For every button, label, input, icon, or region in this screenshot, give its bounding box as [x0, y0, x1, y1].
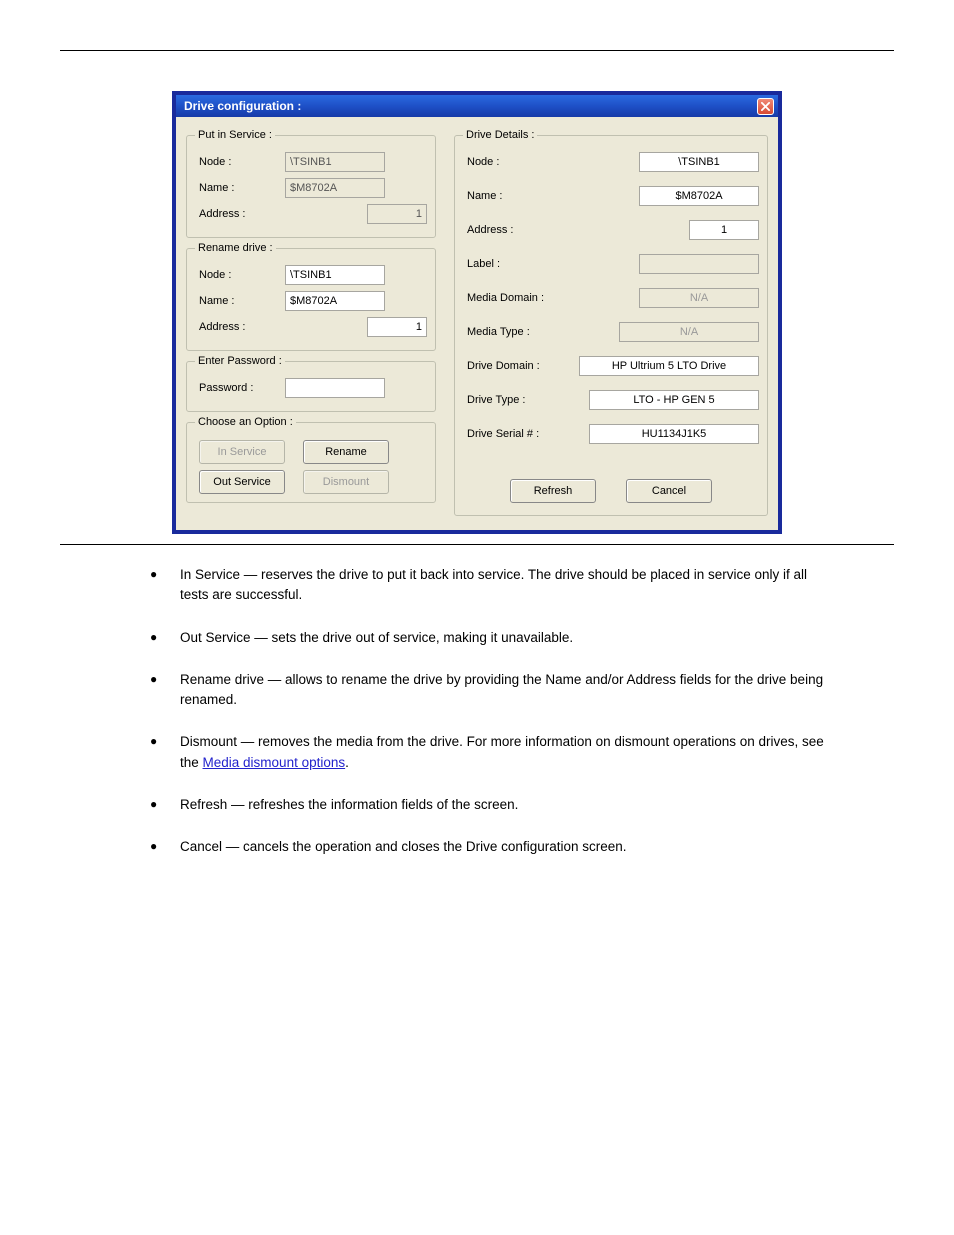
drive-details-legend: Drive Details : — [463, 129, 537, 141]
refresh-button[interactable]: Refresh — [510, 479, 596, 503]
close-icon[interactable] — [757, 98, 774, 115]
dd-mediatype-label: Media Type : — [463, 326, 573, 338]
rn-name-input[interactable] — [285, 291, 385, 311]
rn-name-label: Name : — [195, 295, 285, 307]
dd-mediatype-value: N/A — [619, 322, 759, 342]
in-service-button: In Service — [199, 440, 285, 464]
dialog-title: Drive configuration : — [184, 99, 301, 113]
dd-name-value: $M8702A — [639, 186, 759, 206]
bullet-cancel: Cancel — cancels the operation and close… — [150, 837, 824, 857]
document-text: In Service — reserves the drive to put i… — [150, 565, 824, 857]
rn-node-label: Node : — [195, 269, 285, 281]
bullet-dismount: Dismount — removes the media from the dr… — [150, 732, 824, 773]
bullet-in-service: In Service — reserves the drive to put i… — [150, 565, 824, 606]
pis-node-field: \TSINB1 — [285, 152, 385, 172]
dd-drivetype-value: LTO - HP GEN 5 — [589, 390, 759, 410]
top-rule — [60, 50, 894, 51]
enter-password-legend: Enter Password : — [195, 355, 285, 367]
dd-node-label: Node : — [463, 156, 573, 168]
bullet-rename-drive: Rename drive — allows to rename the driv… — [150, 670, 824, 711]
pis-name-field: $M8702A — [285, 178, 385, 198]
dd-label-label: Label : — [463, 258, 573, 270]
dd-label-value — [639, 254, 759, 274]
cancel-button[interactable]: Cancel — [626, 479, 712, 503]
media-dismount-link[interactable]: Media dismount options — [203, 755, 346, 770]
bullet-out-service: Out Service — sets the drive out of serv… — [150, 628, 824, 648]
enter-password-group: Enter Password : Password : — [186, 355, 436, 412]
dialog-screenshot: Drive configuration : Put in Service : N… — [172, 91, 782, 534]
dd-address-label: Address : — [463, 224, 573, 236]
password-input[interactable] — [285, 378, 385, 398]
dd-mediadomain-value: N/A — [639, 288, 759, 308]
dd-mediadomain-label: Media Domain : — [463, 292, 573, 304]
choose-option-legend: Choose an Option : — [195, 416, 296, 428]
dd-drivedomain-label: Drive Domain : — [463, 360, 573, 372]
bullet-refresh: Refresh — refreshes the information fiel… — [150, 795, 824, 815]
dd-node-value: \TSINB1 — [639, 152, 759, 172]
dd-driveserial-value: HU1134J1K5 — [589, 424, 759, 444]
pis-node-label: Node : — [195, 156, 285, 168]
pis-address-label: Address : — [195, 208, 285, 220]
rn-address-input[interactable] — [367, 317, 427, 337]
dd-drivedomain-value: HP Ultrium 5 LTO Drive — [579, 356, 759, 376]
dd-name-label: Name : — [463, 190, 573, 202]
mid-rule — [60, 544, 894, 545]
rename-button[interactable]: Rename — [303, 440, 389, 464]
put-in-service-group: Put in Service : Node : \TSINB1 Name : $… — [186, 129, 436, 238]
dd-driveserial-label: Drive Serial # : — [463, 428, 573, 440]
rename-drive-legend: Rename drive : — [195, 242, 276, 254]
rn-node-input[interactable] — [285, 265, 385, 285]
put-in-service-legend: Put in Service : — [195, 129, 275, 141]
rename-drive-group: Rename drive : Node : Name : Address : — [186, 242, 436, 351]
pis-address-field: 1 — [367, 204, 427, 224]
dismount-button: Dismount — [303, 470, 389, 494]
dd-address-value: 1 — [689, 220, 759, 240]
dialog-titlebar: Drive configuration : — [176, 95, 778, 117]
password-label: Password : — [195, 382, 285, 394]
out-service-button[interactable]: Out Service — [199, 470, 285, 494]
choose-option-group: Choose an Option : In Service Rename Out… — [186, 416, 436, 503]
rn-address-label: Address : — [195, 321, 285, 333]
dd-drivetype-label: Drive Type : — [463, 394, 573, 406]
drive-details-group: Drive Details : Node : \TSINB1 Name : $M… — [454, 129, 768, 516]
pis-name-label: Name : — [195, 182, 285, 194]
